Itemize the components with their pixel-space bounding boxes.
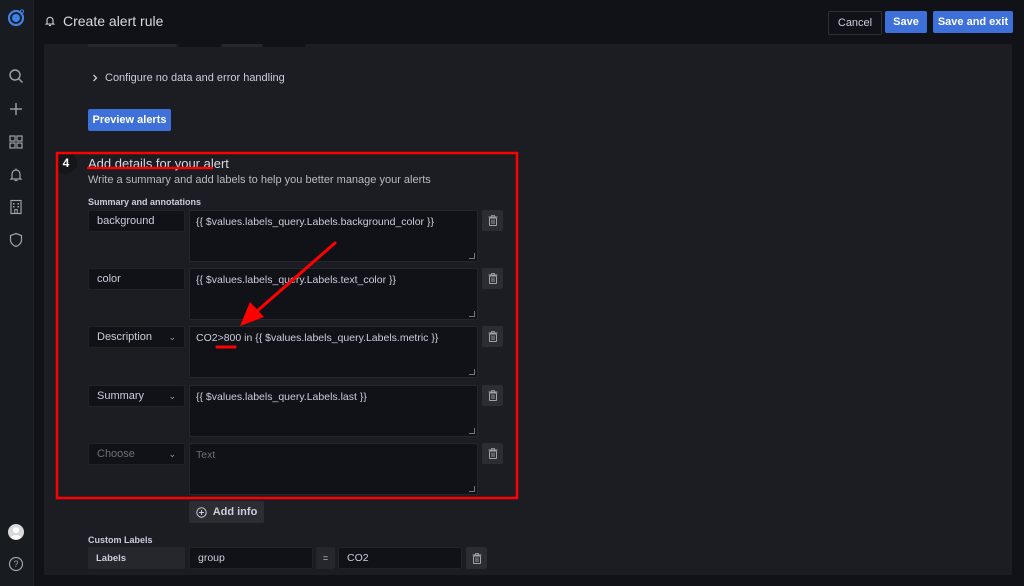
delete-label-button[interactable] bbox=[466, 547, 487, 569]
add-info-button[interactable]: Add info bbox=[189, 501, 264, 523]
annotation-value-placeholder: Text bbox=[196, 449, 216, 461]
grafana-logo-icon[interactable] bbox=[6, 8, 26, 28]
annotation-value-textarea[interactable]: {{ $values.labels_query.Labels.backgroun… bbox=[189, 210, 478, 262]
delete-annotation-button[interactable] bbox=[482, 443, 503, 464]
bell-icon bbox=[44, 16, 56, 27]
step-number-badge: 4 bbox=[55, 152, 77, 174]
resize-handle[interactable] bbox=[469, 428, 475, 434]
labels-prefix: Labels bbox=[88, 547, 185, 569]
delete-annotation-button[interactable] bbox=[482, 210, 503, 231]
custom-labels-label: Custom Labels bbox=[88, 535, 153, 545]
user-avatar[interactable] bbox=[8, 524, 24, 540]
annotation-value-textarea[interactable]: Text bbox=[189, 443, 478, 495]
plus-icon[interactable] bbox=[7, 100, 25, 118]
annotation-value-textarea[interactable]: CO2>800 in {{ $values.labels_query.Label… bbox=[189, 326, 478, 378]
label-operator: = bbox=[316, 547, 335, 569]
delete-annotation-button[interactable] bbox=[482, 385, 503, 406]
page-title-text: Create alert rule bbox=[63, 13, 164, 29]
annotation-value-text: {{ $values.labels_query.Labels.last }} bbox=[196, 391, 367, 403]
step-description: Write a summary and add labels to help y… bbox=[88, 174, 431, 186]
plus-circle-icon bbox=[195, 506, 207, 518]
scrolled-field-stub bbox=[179, 44, 221, 47]
building-icon[interactable] bbox=[7, 198, 25, 216]
chevron-down-icon: ⌄ bbox=[168, 331, 176, 342]
annotation-key-select[interactable]: Choose ⌄ bbox=[88, 443, 185, 465]
annotation-key-select[interactable]: Description ⌄ bbox=[88, 326, 185, 348]
shield-icon[interactable] bbox=[7, 231, 25, 249]
trash-icon bbox=[472, 552, 481, 564]
resize-handle[interactable] bbox=[469, 486, 475, 492]
no-data-error-handling-label: Configure no data and error handling bbox=[105, 72, 285, 84]
annotation-key-text: Description bbox=[97, 331, 153, 343]
no-data-error-handling-toggle[interactable]: Configure no data and error handling bbox=[91, 72, 285, 84]
step-title: Add details for your alert bbox=[88, 156, 229, 171]
label-key-input[interactable]: group bbox=[189, 547, 313, 569]
trash-icon bbox=[488, 331, 497, 342]
annotation-key-text: background bbox=[97, 215, 155, 227]
trash-icon bbox=[488, 448, 497, 459]
resize-handle[interactable] bbox=[469, 369, 475, 375]
chevron-down-icon: ⌄ bbox=[168, 448, 176, 459]
add-info-label: Add info bbox=[212, 506, 258, 518]
scrolled-field-stub bbox=[263, 44, 305, 47]
annotation-key-input[interactable]: background bbox=[88, 210, 185, 232]
delete-annotation-button[interactable] bbox=[482, 326, 503, 347]
page-title: Create alert rule bbox=[44, 13, 163, 29]
annotation-value-text: {{ $values.labels_query.Labels.text_colo… bbox=[196, 274, 397, 286]
trash-icon bbox=[488, 215, 497, 226]
annotation-key-input[interactable]: color bbox=[88, 268, 185, 290]
annotation-value-textarea[interactable]: {{ $values.labels_query.Labels.text_colo… bbox=[189, 268, 478, 320]
svg-text:?: ? bbox=[13, 559, 18, 569]
chevron-right-icon bbox=[93, 74, 98, 82]
resize-handle[interactable] bbox=[469, 253, 475, 259]
annotation-value-textarea[interactable]: {{ $values.labels_query.Labels.last }} bbox=[189, 385, 478, 437]
chevron-down-icon: ⌄ bbox=[168, 390, 176, 401]
search-icon[interactable] bbox=[7, 67, 25, 85]
annotation-key-text: color bbox=[97, 273, 121, 285]
annotation-value-text: CO2>800 in {{ $values.labels_query.Label… bbox=[196, 332, 439, 344]
label-value-input[interactable]: CO2 bbox=[338, 547, 462, 569]
bell-icon[interactable] bbox=[7, 166, 25, 184]
save-button[interactable]: Save bbox=[885, 11, 927, 33]
annotation-key-text: Summary bbox=[97, 390, 145, 402]
annotation-key-placeholder: Choose bbox=[97, 448, 135, 460]
sidebar: ? bbox=[0, 0, 34, 586]
trash-icon bbox=[488, 273, 497, 284]
preview-alerts-button[interactable]: Preview alerts bbox=[88, 109, 171, 131]
trash-icon bbox=[488, 390, 497, 401]
annotation-value-text: {{ $values.labels_query.Labels.backgroun… bbox=[196, 216, 434, 228]
annotation-key-select[interactable]: Summary ⌄ bbox=[88, 385, 185, 407]
resize-handle[interactable] bbox=[469, 311, 475, 317]
dashboards-icon[interactable] bbox=[7, 133, 25, 151]
cancel-button[interactable]: Cancel bbox=[828, 11, 882, 35]
save-and-exit-button[interactable]: Save and exit bbox=[933, 11, 1013, 33]
scrolled-field-stub bbox=[88, 44, 176, 47]
scrolled-field-stub bbox=[222, 44, 262, 47]
help-icon[interactable]: ? bbox=[8, 556, 24, 572]
summary-annotations-label: Summary and annotations bbox=[88, 197, 202, 207]
delete-annotation-button[interactable] bbox=[482, 268, 503, 289]
